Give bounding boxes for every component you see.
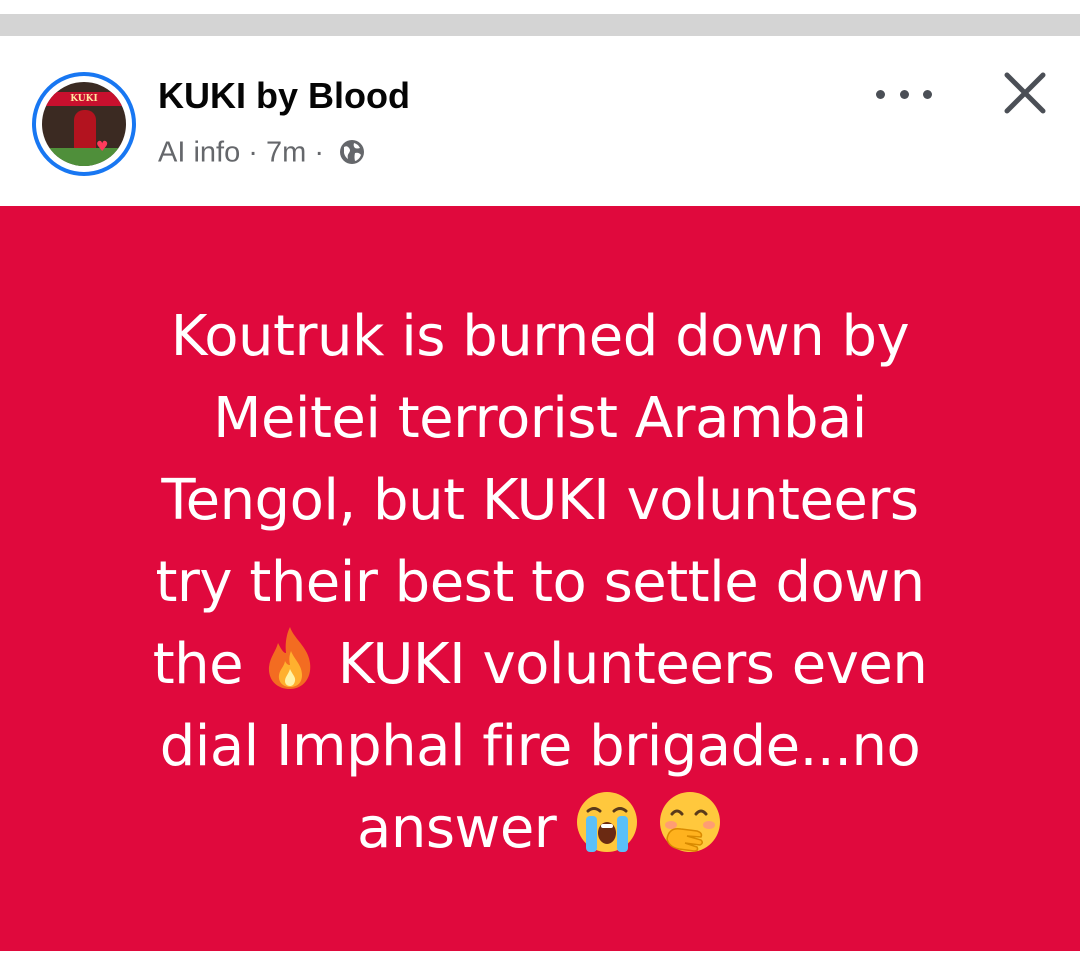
bottom-divider — [0, 951, 1080, 959]
page-avatar[interactable]: KUKI ♥ — [32, 72, 136, 176]
post-text-line: the — [152, 632, 244, 697]
post-text: Koutruk is burned down by Meitei terrori… — [40, 296, 1040, 870]
loudly-crying-face-emoji-icon — [576, 792, 637, 852]
post-text-line: Meitei terrorist Arambai — [213, 386, 867, 451]
avatar-banner-text: KUKI — [70, 94, 98, 104]
post-text-line: Koutruk is burned down by — [170, 304, 910, 369]
page-name-link[interactable]: KUKI by Blood — [158, 76, 410, 116]
heart-icon: ♥ — [96, 139, 109, 155]
post-text-line: Tengol, but KUKI volunteers — [161, 468, 919, 533]
face-with-hand-over-mouth-emoji-icon — [659, 792, 720, 852]
meta-separator: · — [248, 136, 258, 169]
more-dot — [899, 89, 909, 99]
avatar-image: KUKI ♥ — [42, 82, 126, 166]
meta-separator: · — [314, 136, 325, 169]
post-text-line: answer — [357, 796, 557, 861]
top-divider-strip — [0, 14, 1080, 36]
post-header — [0, 36, 1080, 206]
post-timestamp[interactable]: 7m — [266, 136, 306, 168]
post-text-line: KUKI volunteers even — [337, 632, 928, 697]
more-dot — [876, 89, 885, 99]
fire-emoji-icon — [269, 627, 311, 689]
close-icon[interactable] — [1000, 68, 1050, 118]
ai-info-link[interactable]: AI info — [158, 136, 240, 168]
post-meta: AI info · 7m · — [158, 134, 366, 169]
post-text-line: try their best to settle down — [155, 550, 925, 615]
more-options-button[interactable] — [876, 84, 932, 104]
more-dot — [923, 89, 932, 99]
avatar-ground — [42, 148, 126, 166]
globe-icon[interactable] — [338, 138, 366, 166]
post-text-line: dial Imphal fire brigade...no — [159, 714, 921, 779]
